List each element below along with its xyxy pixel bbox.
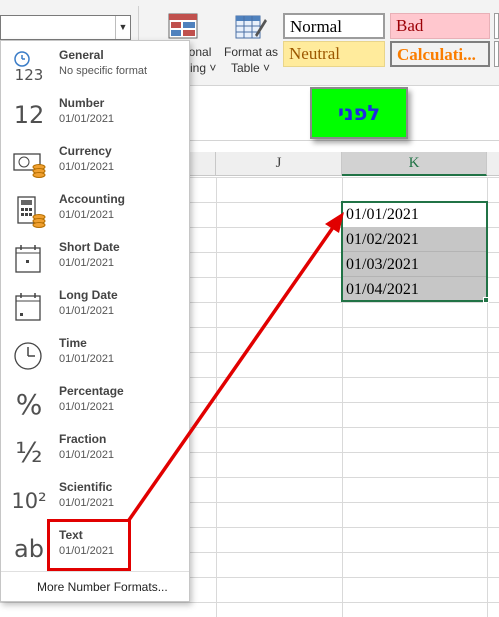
currency-coins-icon bbox=[9, 145, 49, 181]
format-sample: 01/01/2021 bbox=[59, 161, 115, 173]
number-12-icon: 12 bbox=[9, 97, 49, 133]
grid-line bbox=[216, 177, 217, 617]
format-sample: 01/01/2021 bbox=[59, 113, 115, 125]
format-item-long-date[interactable]: Long Date 01/01/2021 bbox=[1, 283, 189, 331]
column-header-j[interactable]: J bbox=[216, 152, 342, 176]
format-name: General bbox=[59, 48, 104, 62]
format-name: Scientific bbox=[59, 480, 113, 494]
scientific-icon: 10² bbox=[9, 481, 49, 517]
fraction-icon: ½ bbox=[9, 433, 49, 469]
format-sample: 01/01/2021 bbox=[59, 401, 115, 413]
more-number-formats-link[interactable]: More Number Formats... bbox=[37, 580, 168, 594]
style-calculation[interactable]: Calculati... bbox=[390, 41, 490, 67]
column-header-l[interactable] bbox=[487, 152, 499, 176]
format-name: Time bbox=[59, 336, 87, 350]
format-sample: 01/01/2021 bbox=[59, 497, 115, 509]
style-gallery-next-2[interactable] bbox=[494, 41, 499, 67]
number-glyph: 12 bbox=[13, 101, 45, 129]
cell-k3[interactable]: 01/03/2021 bbox=[342, 252, 487, 277]
percent-icon: % bbox=[9, 385, 49, 421]
format-name: Percentage bbox=[59, 384, 124, 398]
format-item-number[interactable]: 12 Number 01/01/2021 bbox=[1, 91, 189, 139]
format-sample: 01/01/2021 bbox=[59, 209, 115, 221]
format-item-scientific[interactable]: 10² Scientific 01/01/2021 bbox=[1, 475, 189, 523]
short-date-calendar-icon bbox=[9, 241, 49, 277]
cell-k4[interactable]: 01/04/2021 bbox=[342, 277, 487, 302]
text-glyph: ab bbox=[14, 535, 44, 563]
grid-line bbox=[487, 177, 488, 617]
format-name: Currency bbox=[59, 144, 112, 158]
dropdown-divider bbox=[1, 571, 189, 572]
style-normal[interactable]: Normal bbox=[283, 13, 385, 39]
format-name: Short Date bbox=[59, 240, 120, 254]
format-as-table-icon[interactable] bbox=[235, 13, 267, 41]
format-as-table-label-2[interactable]: Table ˅ bbox=[231, 60, 270, 76]
cell-k2[interactable]: 01/02/2021 bbox=[342, 227, 487, 252]
number-format-dropdown: 123 General No specific format 12 Number… bbox=[0, 40, 190, 602]
style-neutral[interactable]: Neutral bbox=[283, 41, 385, 67]
format-sample: 01/01/2021 bbox=[59, 257, 115, 269]
format-sample: 01/01/2021 bbox=[59, 353, 115, 365]
before-badge: לפני bbox=[310, 87, 408, 139]
long-date-calendar-icon bbox=[9, 289, 49, 325]
format-as-table-label-1[interactable]: Format as bbox=[224, 44, 278, 60]
format-name: Long Date bbox=[59, 288, 118, 302]
conditional-formatting-icon[interactable] bbox=[168, 13, 198, 39]
style-gallery-next[interactable] bbox=[494, 13, 499, 39]
format-sample: 01/01/2021 bbox=[59, 305, 115, 317]
column-header-k[interactable]: K bbox=[342, 152, 487, 176]
number-format-combo[interactable]: ▼ bbox=[0, 15, 131, 40]
fraction-glyph: ½ bbox=[15, 436, 43, 469]
conditional-formatting-label-2[interactable]: ing ˅ bbox=[190, 60, 216, 76]
format-item-short-date[interactable]: Short Date 01/01/2021 bbox=[1, 235, 189, 283]
format-sample: 01/01/2021 bbox=[59, 449, 115, 461]
accounting-calculator-icon bbox=[9, 193, 49, 229]
format-item-currency[interactable]: Currency 01/01/2021 bbox=[1, 139, 189, 187]
format-name: Number bbox=[59, 96, 105, 110]
text-ab-icon: ab bbox=[9, 529, 49, 565]
clock-icon bbox=[9, 337, 49, 373]
text-format-highlight bbox=[47, 519, 131, 571]
format-item-general[interactable]: 123 General No specific format bbox=[1, 43, 189, 91]
column-header-i[interactable] bbox=[190, 152, 216, 176]
percent-glyph: % bbox=[15, 388, 43, 421]
format-item-fraction[interactable]: ½ Fraction 01/01/2021 bbox=[1, 427, 189, 475]
fill-handle[interactable] bbox=[483, 297, 489, 303]
chevron-down-icon[interactable]: ▼ bbox=[115, 16, 130, 39]
cell-k1[interactable]: 01/01/2021 bbox=[342, 202, 487, 227]
format-name: Accounting bbox=[59, 192, 125, 206]
scientific-glyph: 10² bbox=[11, 489, 47, 513]
style-bad[interactable]: Bad bbox=[390, 13, 490, 39]
general-123-icon: 123 bbox=[9, 49, 49, 85]
format-name: Fraction bbox=[59, 432, 107, 446]
format-item-percentage[interactable]: % Percentage 01/01/2021 bbox=[1, 379, 189, 427]
format-item-time[interactable]: Time 01/01/2021 bbox=[1, 331, 189, 379]
format-sample: No specific format bbox=[59, 65, 148, 77]
format-item-accounting[interactable]: Accounting 01/01/2021 bbox=[1, 187, 189, 235]
